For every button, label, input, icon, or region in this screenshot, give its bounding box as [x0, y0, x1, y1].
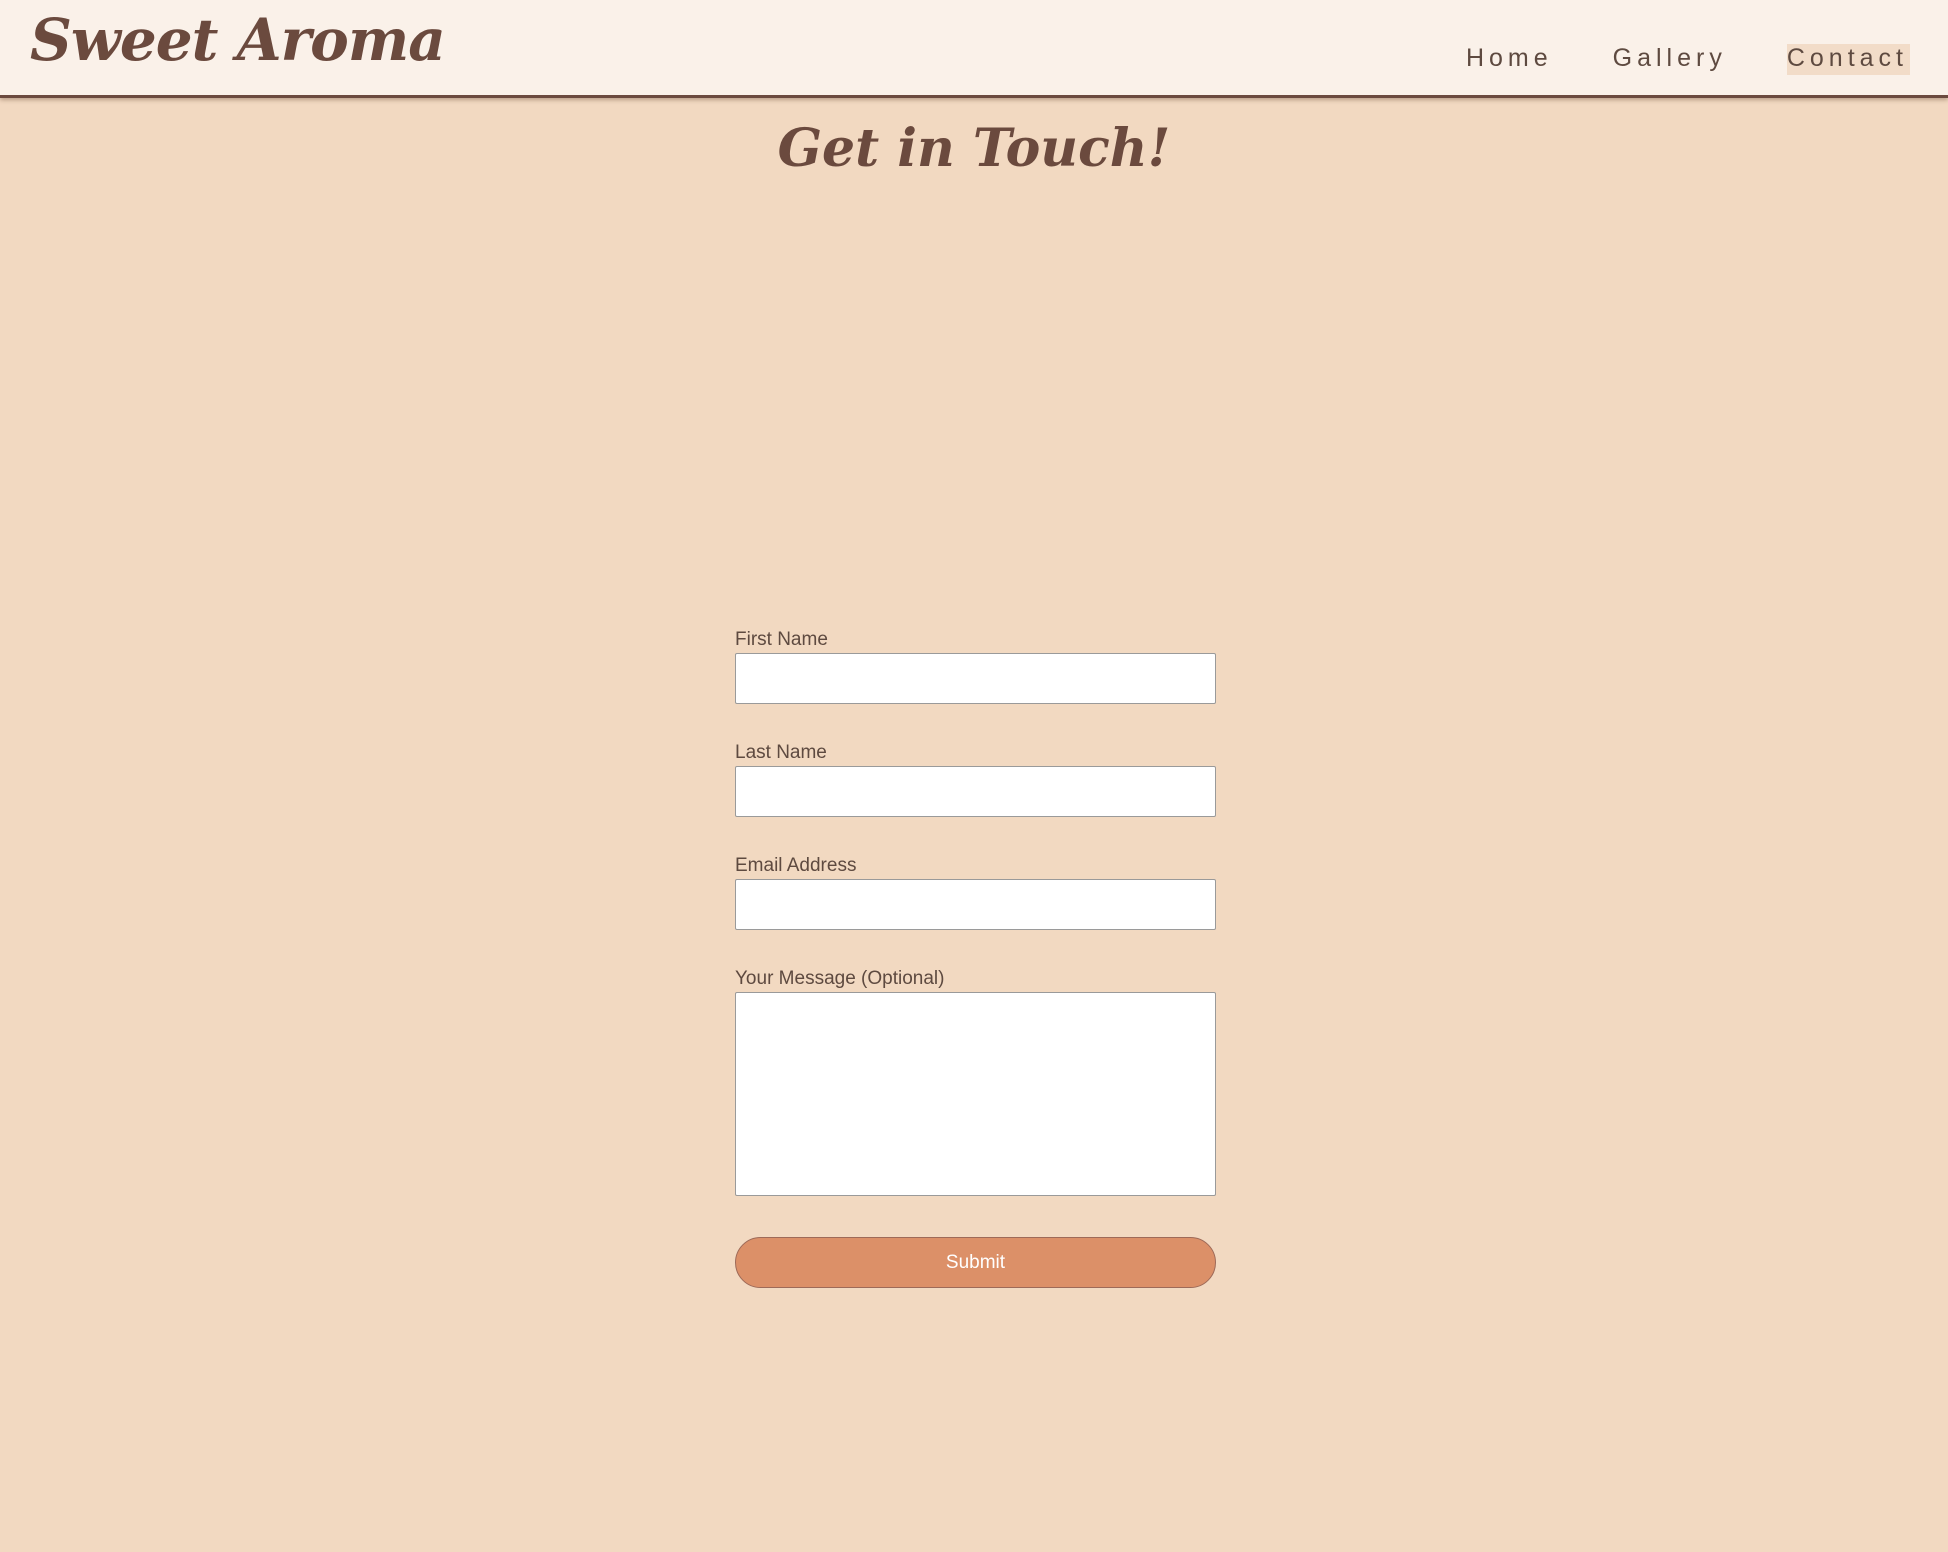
- message-field-group: Your Message (Optional): [735, 968, 1216, 1196]
- last-name-field-group: Last Name: [735, 742, 1216, 817]
- email-label: Email Address: [735, 855, 857, 876]
- nav-link-contact[interactable]: Contact: [1786, 44, 1910, 75]
- nav-link-home[interactable]: Home: [1466, 44, 1555, 75]
- contact-form: First Name Last Name Email Address Your …: [735, 629, 1216, 1288]
- main-nav: Home Gallery Contact: [1408, 44, 1910, 75]
- email-field-group: Email Address: [735, 855, 1216, 930]
- last-name-label: Last Name: [735, 742, 827, 763]
- first-name-field-group: First Name: [735, 629, 1216, 704]
- message-textarea[interactable]: [735, 992, 1216, 1196]
- site-header: Sweet Aroma Home Gallery Contact: [0, 0, 1948, 98]
- nav-link-gallery[interactable]: Gallery: [1613, 44, 1729, 75]
- first-name-input[interactable]: [735, 653, 1216, 704]
- first-name-label: First Name: [735, 629, 828, 650]
- page-title: Get in Touch!: [777, 118, 1171, 179]
- email-input[interactable]: [735, 879, 1216, 930]
- site-logo[interactable]: Sweet Aroma: [30, 6, 446, 74]
- message-label: Your Message (Optional): [735, 968, 945, 989]
- submit-button[interactable]: Submit: [735, 1237, 1216, 1288]
- last-name-input[interactable]: [735, 766, 1216, 817]
